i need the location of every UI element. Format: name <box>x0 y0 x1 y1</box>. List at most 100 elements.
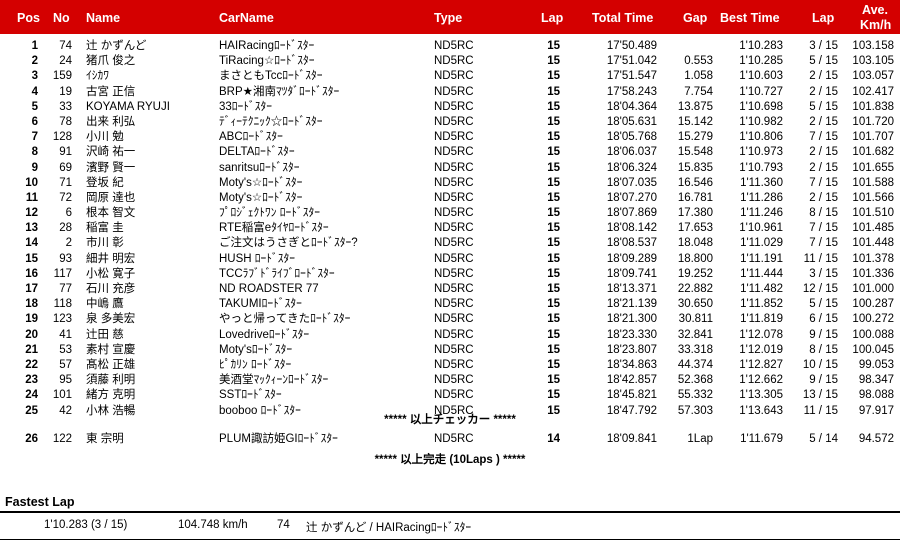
cell-best-lap: 9 / 15 <box>809 374 838 387</box>
cell-name: KOYAMA RYUJI <box>86 100 170 113</box>
cell-best-lap: 8 / 15 <box>809 343 838 356</box>
cell-total: 17'50.489 <box>606 40 657 52</box>
cell-ave: 100.287 <box>852 298 894 311</box>
cell-pos: 13 <box>25 222 38 235</box>
cell-type: ND5RC <box>434 146 474 159</box>
cell-ave: 101.378 <box>852 252 894 265</box>
cell-gap: 1.058 <box>684 70 713 83</box>
cell-total: 18'07.035 <box>606 176 657 189</box>
cell-type: ND5RC <box>434 40 474 52</box>
cell-no: 93 <box>59 252 72 265</box>
cell-ave: 100.088 <box>852 328 894 341</box>
cell-pos: 18 <box>25 298 38 311</box>
cell-pos: 24 <box>25 389 38 402</box>
cell-type: ND5RC <box>434 389 474 402</box>
cell-lap: 15 <box>547 100 560 113</box>
cell-ave: 101.448 <box>852 237 894 250</box>
cell-ave: 99.053 <box>858 358 894 371</box>
table-row: 11 72 岡原 達也 Moty's☆ﾛｰﾄﾞｽﾀｰ ND5RC 15 18'07.270 1… <box>0 191 900 206</box>
cell-no: 28 <box>59 222 72 235</box>
cell-pos: 17 <box>25 283 38 295</box>
cell-type: ND5RC <box>434 207 474 220</box>
cell-lap: 15 <box>547 176 560 189</box>
cell-no: 95 <box>59 374 72 387</box>
cell-gap: 30.650 <box>677 298 713 311</box>
cell-best: 1'11.679 <box>740 433 783 445</box>
table-row: 1 74 辻 かずんど HAIRacingﾛｰﾄﾞｽﾀｰ ND5RC 15 17'50.48… <box>0 39 900 54</box>
cell-name: 緒方 克明 <box>86 389 136 402</box>
cell-car: ND ROADSTER 77 <box>219 283 319 295</box>
cell-name: 市川 彰 <box>86 237 124 250</box>
cell-type: ND5RC <box>434 176 474 189</box>
cell-best: 1'10.603 <box>739 70 783 83</box>
cell-ave: 100.045 <box>852 343 894 356</box>
cell-pos: 9 <box>31 161 38 174</box>
cell-type: ND5RC <box>434 100 474 113</box>
cell-best-lap: 2 / 15 <box>809 161 838 174</box>
header-type: Type <box>434 11 463 25</box>
cell-pos: 15 <box>25 252 38 265</box>
cell-lap: 15 <box>547 358 560 371</box>
cell-gap: 13.875 <box>677 100 713 113</box>
cell-type: ND5RC <box>434 115 474 128</box>
table-row: 16 117 小松 寛子 TCCﾗﾌﾞﾄﾞﾗｲﾌﾞﾛｰﾄﾞｽﾀｰ ND5RC 15 18'0… <box>0 267 900 282</box>
cell-best: 1'12.827 <box>739 358 783 371</box>
cell-ave: 100.272 <box>852 313 894 326</box>
cell-no: 77 <box>59 283 72 295</box>
cell-gap: 15.279 <box>677 131 713 144</box>
cell-lap: 15 <box>547 252 560 265</box>
cell-total: 18'42.857 <box>606 374 657 387</box>
cell-best: 1'11.246 <box>740 207 783 220</box>
cell-type: ND5RC <box>434 161 474 174</box>
cell-pos: 20 <box>25 328 38 341</box>
cell-name: 中嶋 鷹 <box>86 298 124 311</box>
cell-name: 東 宗明 <box>86 433 124 445</box>
cell-best-lap: 2 / 15 <box>809 115 838 128</box>
table-row: 18 118 中嶋 鷹 TAKUMIﾛｰﾄﾞｽﾀｰ ND5RC 15 18'21.139 30… <box>0 297 900 312</box>
fastest-lap-driver: 辻 かずんど / HAIRacingﾛｰﾄﾞｽﾀｰ <box>306 522 472 534</box>
cell-pos: 11 <box>25 191 38 204</box>
cell-type: ND5RC <box>434 343 474 356</box>
header-ave: Ave. <box>862 3 888 17</box>
cell-total: 18'45.821 <box>606 389 657 402</box>
header-name: Name <box>86 11 121 25</box>
cell-gap: 0.553 <box>684 55 713 68</box>
cell-best-lap: 6 / 15 <box>809 313 838 326</box>
cell-ave: 94.572 <box>858 433 894 445</box>
cell-ave: 103.105 <box>852 55 894 68</box>
cell-best-lap: 3 / 15 <box>809 40 838 52</box>
cell-lap: 15 <box>547 70 560 83</box>
cell-gap: 44.374 <box>677 358 713 371</box>
cell-lap: 15 <box>547 374 560 387</box>
cell-best-lap: 9 / 15 <box>809 328 838 341</box>
cell-name: 古宮 正信 <box>86 85 136 98</box>
cell-name: 細井 明宏 <box>86 252 136 265</box>
cell-type: ND5RC <box>434 283 474 295</box>
cell-car: ご注文はうさぎとﾛｰﾄﾞｽﾀｰ? <box>219 237 358 250</box>
cell-name: 素村 宣慶 <box>86 343 136 356</box>
cell-lap: 15 <box>547 207 560 220</box>
fastest-lap-no: 74 <box>277 519 290 531</box>
cell-type: ND5RC <box>434 358 474 371</box>
cell-gap: 18.800 <box>677 252 713 265</box>
table-row: 8 91 沢崎 祐一 DELTAﾛｰﾄﾞｽﾀｰ ND5RC 15 18'06.037 15.5… <box>0 145 900 160</box>
header-gap: Gap <box>683 11 708 25</box>
cell-name: 濱野 賢一 <box>86 161 136 174</box>
cell-car: HUSH ﾛｰﾄﾞｽﾀｰ <box>219 252 296 265</box>
cell-gap: 16.781 <box>677 191 713 204</box>
cell-no: 159 <box>52 70 72 83</box>
cell-no: 123 <box>52 313 72 326</box>
cell-best-lap: 5 / 14 <box>809 433 838 445</box>
cell-best: 1'12.019 <box>739 343 783 356</box>
cell-type: ND5RC <box>434 252 474 265</box>
cell-total: 18'09.289 <box>606 252 657 265</box>
cell-best: 1'10.806 <box>739 131 783 144</box>
cell-no: 128 <box>52 131 72 144</box>
cell-best: 1'11.482 <box>740 283 783 295</box>
cell-best: 1'10.961 <box>739 222 783 235</box>
header-pos: Pos <box>17 11 40 25</box>
cell-ave: 98.088 <box>858 389 894 402</box>
cell-ave: 101.588 <box>852 176 894 189</box>
cell-lap: 15 <box>547 389 560 402</box>
checker-note: ***** 以上チェッカー ***** <box>384 414 516 426</box>
